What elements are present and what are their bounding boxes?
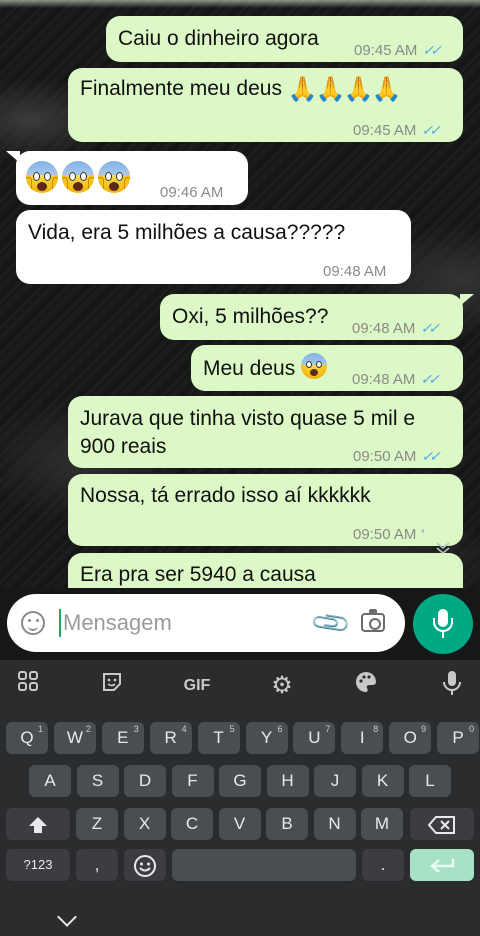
- palette-icon[interactable]: [346, 670, 386, 702]
- read-ticks-icon: ✓✓: [421, 448, 441, 464]
- key-c[interactable]: C: [171, 808, 213, 840]
- message-bubble[interactable]: Meu deus 09:48 AM ✓✓: [191, 345, 463, 391]
- period-key[interactable]: .: [362, 849, 404, 881]
- key-m[interactable]: M: [361, 808, 403, 840]
- message-time: 09:45 AM ✓✓: [353, 122, 441, 139]
- comma-key[interactable]: ,: [76, 849, 118, 881]
- camera-icon[interactable]: [361, 609, 385, 632]
- keyboard-toolbar: GIF ⚙: [0, 660, 480, 712]
- message-time: 09:50 AM'': [353, 526, 425, 543]
- key-l[interactable]: L: [409, 765, 451, 797]
- key-j[interactable]: J: [314, 765, 356, 797]
- mic-button[interactable]: [413, 594, 473, 654]
- message-time: 09:48 AM ✓✓: [352, 320, 440, 337]
- pray-emoji-icon: 🙏🙏🙏🙏: [287, 76, 402, 103]
- screaming-face-emoji-icon: [301, 353, 328, 379]
- read-ticks-icon: ✓✓: [422, 42, 442, 58]
- message-text: Vida, era 5 milhões a causa?????: [28, 221, 346, 244]
- settings-gear-icon[interactable]: ⚙: [262, 670, 302, 702]
- key-t[interactable]: T5: [197, 722, 240, 754]
- apps-grid-icon[interactable]: [8, 670, 48, 702]
- shift-key[interactable]: [6, 808, 70, 840]
- voice-input-icon[interactable]: [432, 670, 472, 702]
- double-chevron-down-icon: [436, 542, 450, 555]
- emoji-icon[interactable]: [21, 611, 45, 635]
- message-bubble[interactable]: 09:46 AM: [16, 151, 248, 205]
- space-bar[interactable]: [172, 849, 356, 881]
- key-o[interactable]: O9: [389, 722, 432, 754]
- chat-area[interactable]: Caiu o dinheiro agora 09:45 AM ✓✓ Finalme…: [0, 0, 480, 660]
- top-fade: [0, 0, 480, 8]
- attach-icon[interactable]: 📎: [309, 601, 354, 646]
- message-bubble[interactable]: Nossa, tá errado isso aí kkkkkk 09:50 AM…: [68, 474, 463, 546]
- key-v[interactable]: V: [218, 808, 261, 840]
- message-bubble[interactable]: Finalmente meu deus 🙏🙏🙏🙏 09:45 AM ✓✓: [68, 68, 463, 142]
- message-time: 09:46 AM: [160, 184, 224, 201]
- symbols-key[interactable]: ?123: [6, 849, 70, 881]
- key-w[interactable]: W2: [53, 722, 96, 754]
- gif-button[interactable]: GIF: [177, 670, 217, 702]
- key-a[interactable]: A: [29, 765, 71, 797]
- emoji-key[interactable]: [124, 849, 166, 881]
- enter-key[interactable]: [410, 849, 474, 881]
- message-text: Oxi, 5 milhões??: [172, 305, 329, 328]
- message-bubble[interactable]: Jurava que tinha visto quase 5 mil e 900 …: [68, 396, 463, 468]
- key-b[interactable]: B: [266, 808, 308, 840]
- key-s[interactable]: S: [76, 765, 119, 797]
- read-ticks-icon: ✓✓: [421, 122, 441, 138]
- key-r[interactable]: R4: [149, 722, 192, 754]
- key-h[interactable]: H: [266, 765, 309, 797]
- message-time: 09:48 AM: [323, 263, 387, 280]
- key-i[interactable]: I8: [341, 722, 384, 754]
- key-n[interactable]: N: [313, 808, 356, 840]
- message-time: 09:45 AM ✓✓: [354, 42, 442, 59]
- message-time: 09:50 AM ✓✓: [353, 448, 441, 465]
- key-e[interactable]: E3: [101, 722, 144, 754]
- message-text: Nossa, tá errado isso aí kkkkkk: [80, 484, 371, 507]
- navigation-bar: [0, 900, 480, 936]
- key-g[interactable]: G: [219, 765, 261, 797]
- message-bubble[interactable]: Oxi, 5 milhões?? 09:48 AM ✓✓: [160, 294, 463, 340]
- key-u[interactable]: U7: [293, 722, 336, 754]
- key-d[interactable]: D: [124, 765, 166, 797]
- message-bubble[interactable]: Caiu o dinheiro agora 09:45 AM ✓✓: [106, 16, 463, 62]
- message-text: Finalmente meu deus 🙏🙏🙏🙏: [80, 76, 402, 103]
- input-bar: Mensagem 📎: [0, 588, 480, 660]
- scroll-down-button[interactable]: [426, 535, 460, 563]
- key-f[interactable]: F: [171, 765, 214, 797]
- message-text: Meu deus: [203, 353, 331, 383]
- key-q[interactable]: Q1: [6, 722, 48, 754]
- message-input[interactable]: Mensagem 📎: [7, 594, 405, 652]
- key-z[interactable]: Z: [76, 808, 118, 840]
- message-placeholder: Mensagem: [63, 610, 172, 635]
- message-text: Caiu o dinheiro agora: [118, 27, 319, 50]
- message-bubble[interactable]: Vida, era 5 milhões a causa????? 09:48 A…: [16, 210, 411, 284]
- read-ticks-icon: ✓✓: [420, 320, 440, 336]
- key-p[interactable]: P0: [437, 722, 480, 754]
- key-y[interactable]: Y6: [245, 722, 288, 754]
- read-ticks-icon: ✓✓: [420, 371, 440, 387]
- message-time: 09:48 AM ✓✓: [352, 371, 440, 388]
- text-caret: [59, 609, 61, 637]
- screaming-face-emoji-icon: [26, 161, 134, 193]
- key-x[interactable]: X: [123, 808, 166, 840]
- key-k[interactable]: K: [361, 765, 404, 797]
- hide-keyboard-chevron-icon[interactable]: [57, 907, 77, 927]
- backspace-key[interactable]: [410, 808, 474, 840]
- message-text: Era pra ser 5940 a causa: [80, 563, 316, 586]
- sticker-icon[interactable]: [92, 670, 132, 702]
- keyboard: GIF ⚙ Q1W2E3R4T5Y6U7I8O9P0 ASDFGHJKL ZXC…: [0, 660, 480, 936]
